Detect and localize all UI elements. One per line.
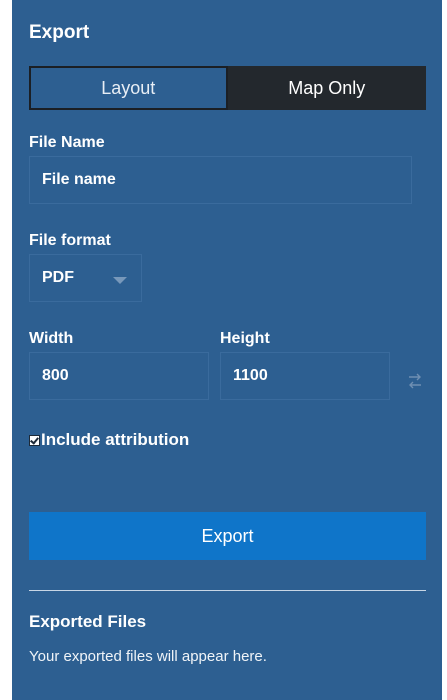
file-name-label: File Name — [29, 134, 105, 151]
chevron-down-icon — [113, 277, 127, 284]
file-format-select[interactable]: PDF — [29, 254, 142, 302]
width-input[interactable]: 800 — [29, 352, 209, 400]
width-value: 800 — [42, 367, 69, 384]
checkbox-checked-icon[interactable] — [29, 434, 40, 446]
swap-icon[interactable] — [407, 372, 423, 390]
height-label: Height — [220, 330, 270, 347]
export-panel: Export Layout Map Only File Name File na… — [12, 0, 442, 700]
height-input[interactable]: 1100 — [220, 352, 390, 400]
tab-layout[interactable]: Layout — [29, 66, 228, 110]
export-mode-toggle: Layout Map Only — [29, 66, 426, 110]
panel-title: Export — [29, 22, 90, 43]
width-label: Width — [29, 330, 74, 347]
file-format-value: PDF — [42, 269, 74, 286]
divider — [29, 590, 426, 591]
include-attribution-label: Include attribution — [41, 430, 190, 449]
export-button[interactable]: Export — [29, 512, 426, 560]
exported-files-message: Your exported files will appear here. — [29, 648, 267, 665]
file-name-input[interactable]: File name — [29, 156, 412, 204]
tab-map-only[interactable]: Map Only — [227, 66, 426, 110]
height-value: 1100 — [233, 367, 268, 384]
include-attribution-option[interactable]: Include attribution — [29, 430, 189, 450]
file-name-value: File name — [42, 171, 116, 188]
exported-files-title: Exported Files — [29, 612, 147, 631]
file-format-label: File format — [29, 232, 111, 249]
